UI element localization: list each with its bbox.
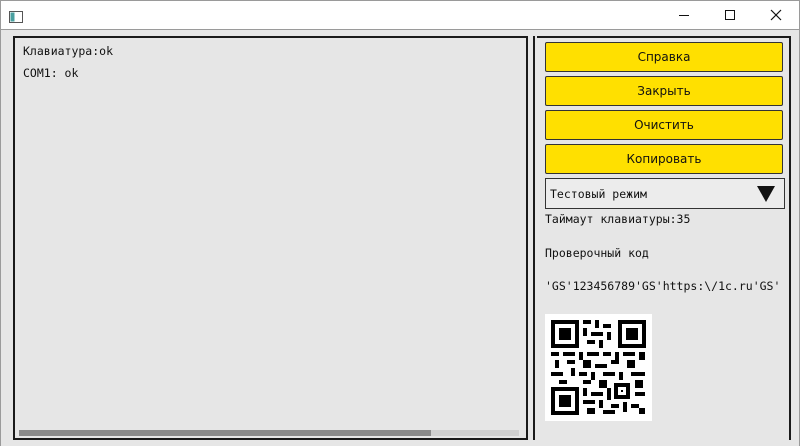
log-panel[interactable]: Клавиатура:ok COM1: ok (13, 36, 528, 440)
scrollbar-thumb[interactable] (19, 430, 431, 436)
mode-select[interactable]: Тестовый режим (545, 178, 785, 209)
check-code-label: Проверочный код (545, 246, 649, 260)
mode-select-value: Тестовый режим (550, 187, 647, 201)
copy-button[interactable]: Копировать (545, 144, 783, 174)
close-window-button[interactable] (753, 1, 799, 29)
control-panel: Справка Закрыть Очистить Копировать Тест… (537, 36, 791, 440)
clear-button[interactable]: Очистить (545, 110, 783, 140)
app-window: Клавиатура:ok COM1: ok Справка Закрыть О… (0, 0, 800, 446)
close-icon (770, 9, 782, 21)
minimize-button[interactable] (661, 1, 707, 29)
log-line: Клавиатура:ok (23, 44, 114, 58)
check-code-value: 'GS'123456789'GS'https:\/1c.ru'GS' (545, 279, 781, 293)
keyboard-timeout-text: Таймаут клавиатуры:35 (545, 212, 691, 226)
title-bar[interactable] (1, 1, 799, 29)
qr-code-icon (545, 314, 652, 421)
horizontal-scrollbar[interactable] (19, 430, 519, 436)
triangle-down-icon[interactable] (756, 185, 776, 203)
maximize-icon (725, 10, 735, 20)
close-button[interactable]: Закрыть (545, 76, 783, 106)
help-button[interactable]: Справка (545, 42, 783, 72)
app-icon (9, 8, 23, 23)
maximize-button[interactable] (707, 1, 753, 29)
panel-divider[interactable] (533, 36, 535, 440)
qr-code-image (545, 314, 652, 421)
client-area: Клавиатура:ok COM1: ok Справка Закрыть О… (1, 29, 799, 446)
log-line: COM1: ok (23, 66, 79, 80)
minimize-icon (679, 15, 689, 16)
